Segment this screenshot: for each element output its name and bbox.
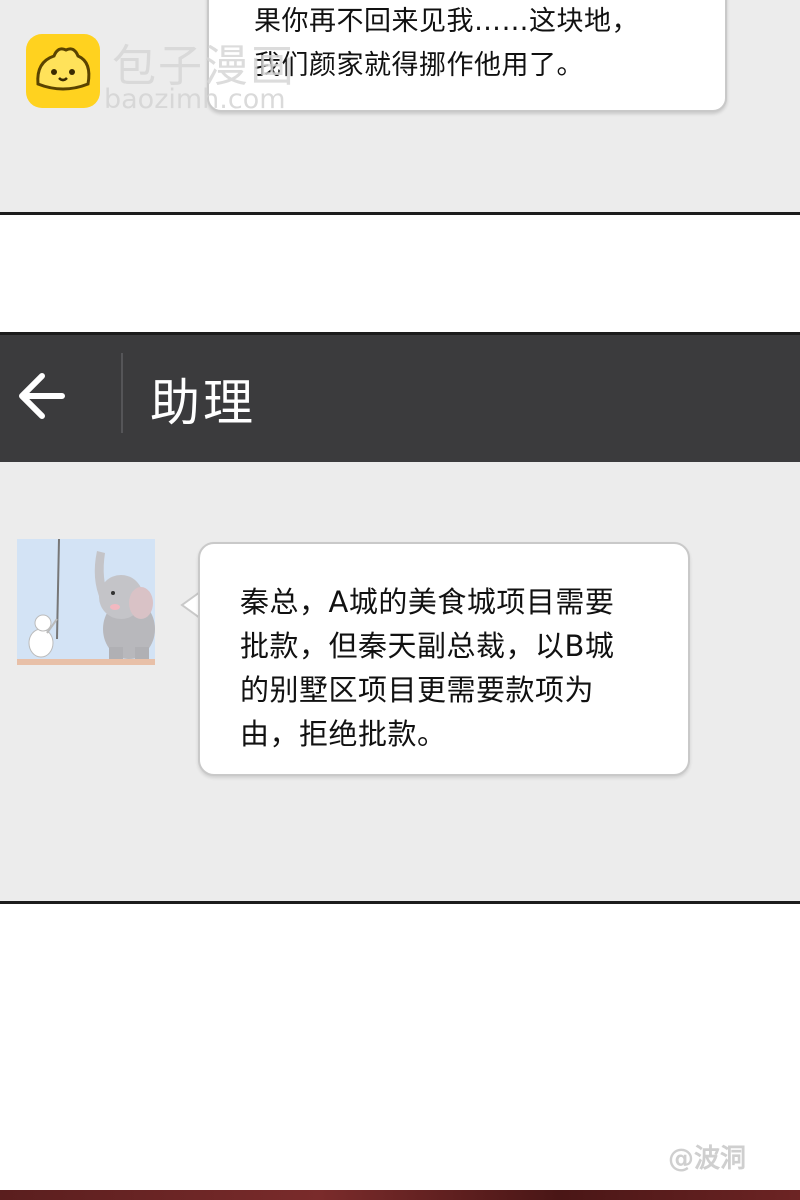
chat-screen: 助理 秦总，A城的美食城项目需要 批款，但秦天副总裁，以B城 的别墅区项目更需要… [0, 332, 800, 904]
message-text: 秦总，A城的美食城项目需要 批款，但秦天副总裁，以B城 的别墅区项目更需要款项为… [240, 580, 660, 756]
previous-message-line: 果你再不回来见我……这块地， [254, 6, 639, 37]
next-panel-edge [0, 1190, 800, 1200]
previous-message-line: 我们颜家就得挪作他用了。 [254, 50, 584, 81]
message-line: 批款，但秦天副总裁，以B城 [240, 629, 615, 663]
bottom-watermark: @波洞 [668, 1144, 747, 1174]
previous-chat-panel: 果你再不回来见我……这块地， 我们颜家就得挪作他用了。 包子漫画 baozimh… [0, 0, 800, 215]
message-bubble: 秦总，A城的美食城项目需要 批款，但秦天副总裁，以B城 的别墅区项目更需要款项为… [198, 542, 690, 776]
message-line: 的别墅区项目更需要款项为 [240, 673, 595, 707]
back-arrow-icon[interactable] [10, 361, 80, 431]
bun-logo-icon [26, 34, 100, 108]
previous-message-text: 果你再不回来见我……这块地， 我们颜家就得挪作他用了。 [254, 0, 714, 88]
watermark-url: baozimh.com [104, 84, 286, 115]
message-line: 由，拒绝批款。 [240, 717, 447, 751]
header-divider [121, 353, 123, 433]
elephant-avatar-icon[interactable] [17, 539, 155, 665]
chat-header: 助理 [0, 335, 800, 462]
message-line: 秦总，A城的美食城项目需要 [240, 585, 615, 619]
chat-title: 助理 [150, 374, 256, 432]
